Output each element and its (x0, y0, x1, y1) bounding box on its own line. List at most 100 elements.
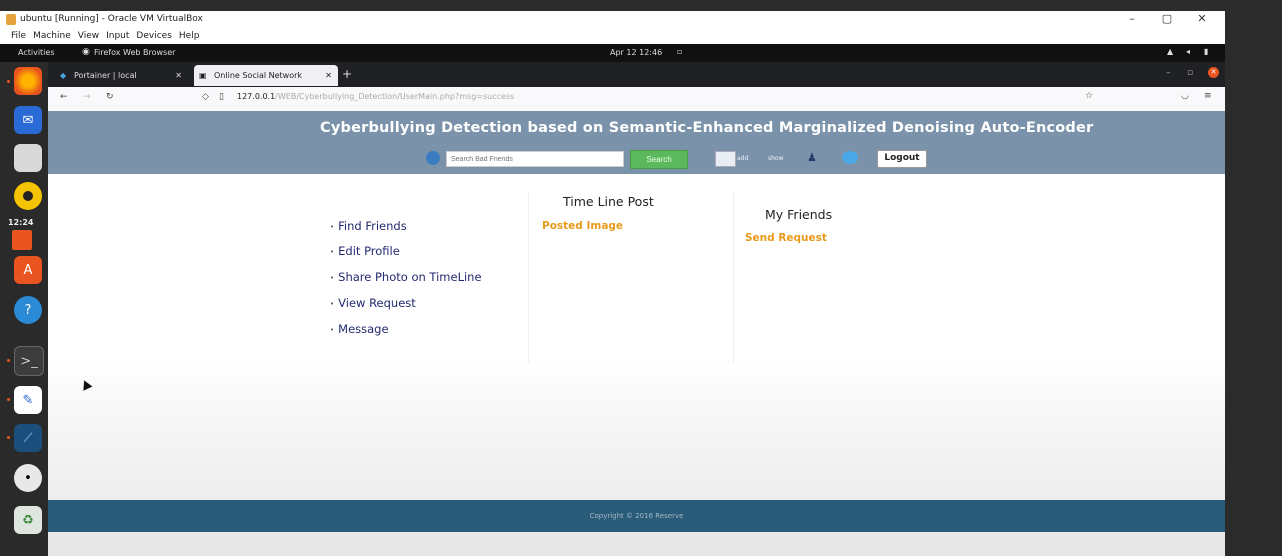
software-icon[interactable]: A (14, 256, 42, 284)
menu-find-friends[interactable]: • Find Friends (330, 219, 407, 233)
running-indicator (7, 398, 10, 401)
text-editor-icon[interactable]: ✎ (14, 386, 42, 414)
menu-share-photo[interactable]: • Share Photo on TimeLine (330, 270, 482, 284)
send-request-link[interactable]: Send Request (745, 232, 827, 244)
tab-online-social-network[interactable]: ▣ Online Social Network ✕ (194, 65, 338, 86)
bullet: • (330, 274, 335, 282)
virtualbox-icon (6, 14, 16, 25)
ff-minimize-button[interactable]: – (1166, 68, 1171, 78)
search-button[interactable]: Search (630, 150, 688, 169)
dock-clock: 12:24 (8, 218, 34, 227)
forward-button[interactable]: → (83, 92, 91, 102)
url-path: /WEB/Cyberbullying_Detection/UserMain.ph… (275, 92, 515, 101)
menu-edit-profile[interactable]: • Edit Profile (330, 244, 400, 258)
menu-label: Edit Profile (338, 244, 400, 258)
recording-icon[interactable] (12, 230, 32, 250)
ff-close-button[interactable]: ✕ (1208, 67, 1219, 78)
menu-help[interactable]: Help (179, 31, 200, 41)
disc-icon[interactable]: • (14, 464, 42, 492)
my-friends-title: My Friends (765, 207, 833, 222)
web-page: Cyberbullying Detection based on Semanti… (48, 111, 1225, 556)
menu-view[interactable]: View (78, 31, 99, 41)
running-indicator (7, 80, 10, 83)
site-footer: Copyright © 2016 Reserve (48, 500, 1225, 532)
column-divider (733, 191, 734, 363)
new-tab-button[interactable]: + (342, 67, 352, 81)
show-link[interactable]: show (768, 155, 784, 162)
battery-icon[interactable]: ▮ (1204, 47, 1208, 56)
logout-button[interactable]: Logout (877, 150, 927, 168)
back-button[interactable]: ← (60, 92, 68, 102)
close-tab-icon[interactable]: ✕ (325, 65, 332, 86)
bullet: • (330, 223, 335, 231)
terminal-icon[interactable]: >_ (14, 346, 44, 376)
pocket-icon[interactable]: ◡ (1181, 91, 1189, 101)
tab-label: Online Social Network (214, 71, 303, 80)
ff-restore-button[interactable]: ▫ (1187, 68, 1193, 78)
bookmark-star-icon[interactable]: ☆ (1085, 91, 1093, 101)
menu-view-request[interactable]: • View Request (330, 296, 416, 310)
firefox-small-icon: ◉ (82, 47, 90, 57)
close-button[interactable]: ✕ (1192, 12, 1212, 25)
tab-portainer[interactable]: ◆ Portainer | local ✕ (54, 65, 188, 86)
site-title: Cyberbullying Detection based on Semanti… (320, 120, 1094, 136)
tab-bar: ◆ Portainer | local ✕ ▣ Online Social Ne… (48, 62, 1225, 87)
trash-icon[interactable]: ♻ (14, 506, 42, 534)
running-indicator (7, 436, 10, 439)
messages-icon[interactable] (842, 151, 858, 164)
shield-icon[interactable]: ◇ (202, 92, 209, 102)
menu-label: View Request (338, 296, 416, 310)
timeline-title: Time Line Post (563, 194, 654, 209)
menu-label: Find Friends (338, 219, 407, 233)
minimize-button[interactable]: – (1122, 12, 1142, 25)
volume-icon[interactable]: ◂ (1186, 47, 1190, 56)
page-info-icon[interactable]: ▯ (219, 92, 224, 102)
site-header: Cyberbullying Detection based on Semanti… (48, 111, 1225, 174)
activities-button[interactable]: Activities (18, 48, 55, 57)
vbox-titlebar: ubuntu [Running] - Oracle VM VirtualBox … (0, 11, 1225, 29)
search-globe-icon (426, 151, 440, 165)
menu-label: Message (338, 322, 389, 336)
thunderbird-icon[interactable]: ✉ (14, 106, 42, 134)
reload-button[interactable]: ↻ (106, 92, 114, 102)
menu-message[interactable]: • Message (330, 322, 389, 336)
user-icon[interactable]: ♟ (807, 151, 817, 164)
restore-button[interactable]: ▢ (1157, 12, 1177, 25)
virtualbox-window: ubuntu [Running] - Oracle VM VirtualBox … (0, 11, 1225, 556)
page-tab-icon: ▣ (199, 71, 207, 80)
mysql-workbench-icon[interactable]: ⟋ (14, 424, 42, 452)
url-host: 127.0.0.1 (237, 92, 276, 101)
tab-label: Portainer | local (74, 71, 137, 80)
copyright-text: Copyright © 2016 Reserve (589, 512, 684, 520)
app-menu[interactable]: Firefox Web Browser (94, 48, 175, 57)
gnome-top-bar: Activities ◉ Firefox Web Browser Apr 12 … (0, 44, 1225, 62)
help-icon[interactable]: ? (14, 296, 42, 324)
add-friend-icon[interactable] (715, 151, 736, 167)
url-bar[interactable]: 127.0.0.1/WEB/Cyberbullying_Detection/Us… (237, 92, 514, 101)
posted-image-link[interactable]: Posted Image (542, 220, 623, 232)
menu-label: Share Photo on TimeLine (338, 270, 482, 284)
notification-icon: ▫ (677, 47, 683, 56)
hamburger-menu-icon[interactable]: ≡ (1204, 91, 1212, 101)
firefox-icon[interactable] (14, 67, 42, 95)
navigation-bar: ← → ↻ ◇ ▯ 127.0.0.1/WEB/Cyberbullying_De… (48, 87, 1225, 112)
column-divider (528, 191, 529, 363)
add-link[interactable]: add (737, 155, 748, 162)
menu-machine[interactable]: Machine (33, 31, 71, 41)
bullet: • (330, 326, 335, 334)
network-icon[interactable]: ▲ (1167, 47, 1173, 56)
close-tab-icon[interactable]: ✕ (175, 65, 182, 86)
files-icon[interactable] (14, 144, 42, 172)
bullet: • (330, 248, 335, 256)
menu-file[interactable]: File (11, 31, 26, 41)
menu-input[interactable]: Input (106, 31, 129, 41)
guest-screen: Activities ◉ Firefox Web Browser Apr 12 … (0, 44, 1225, 556)
vbox-menubar: File Machine View Input Devices Help (0, 29, 1225, 44)
bullet: • (330, 300, 335, 308)
vbox-title-text: ubuntu [Running] - Oracle VM VirtualBox (20, 14, 203, 24)
ubuntu-dock: ✉ 12:24 A ? >_ ✎ ⟋ • ♻ (0, 62, 48, 556)
menu-devices[interactable]: Devices (136, 31, 171, 41)
search-input[interactable] (446, 151, 624, 167)
rhythmbox-icon[interactable] (14, 182, 42, 210)
clock[interactable]: Apr 12 12:46 (610, 48, 662, 57)
